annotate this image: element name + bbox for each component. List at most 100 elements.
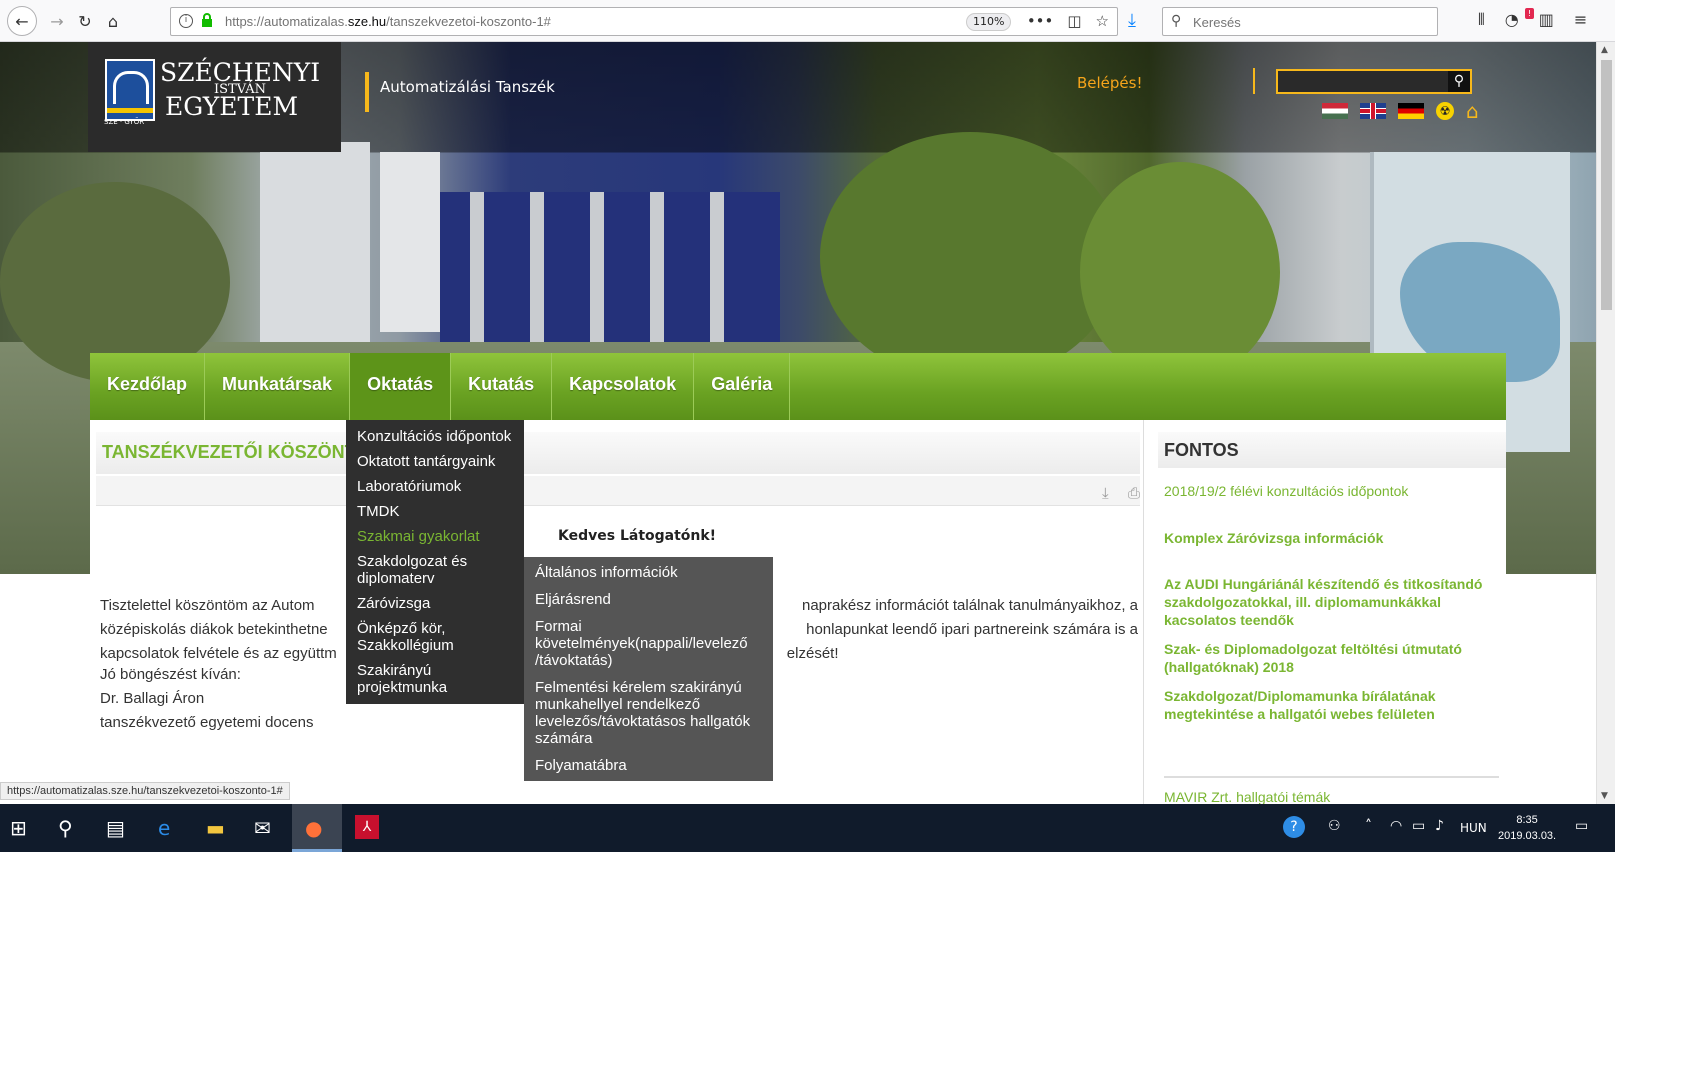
- info-icon[interactable]: i: [179, 14, 193, 28]
- mail-icon[interactable]: ✉: [254, 816, 271, 840]
- windows-start-icon[interactable]: ⊞: [10, 816, 27, 840]
- nav-item-oktatas[interactable]: Oktatás: [350, 353, 452, 420]
- dropdown-item-projektmunka[interactable]: Szakirányú projektmunka: [346, 658, 524, 700]
- clock[interactable]: 8:35 2019.03.03.: [1498, 812, 1556, 844]
- browser-search[interactable]: ⚲: [1162, 7, 1438, 36]
- signature-line1: Jó böngészést kíván:: [100, 666, 241, 683]
- lock-icon: [202, 13, 212, 27]
- volume-icon[interactable]: ♪: [1435, 818, 1444, 834]
- nav-item-kapcsolatok[interactable]: Kapcsolatok: [552, 353, 695, 420]
- notification-badge: !: [1525, 8, 1534, 19]
- people-icon[interactable]: ⚇: [1328, 818, 1341, 834]
- language-flags: ☢ ⌂: [1322, 101, 1479, 121]
- home-icon[interactable]: ⌂: [1466, 101, 1479, 121]
- pdf-icon[interactable]: ⤓: [1102, 484, 1109, 502]
- header-divider: [1253, 68, 1255, 94]
- submenu-item-formai[interactable]: Formai követelmények(nappali/levelező /t…: [524, 613, 773, 674]
- submenu-item-felmentesi[interactable]: Felmentési kérelem szakirányú munkahelly…: [524, 674, 773, 752]
- department-divider: [365, 72, 369, 112]
- sidebar-link-zarovizsga[interactable]: Komplex Záróvizsga információk: [1164, 529, 1499, 547]
- logo-line3: EGYETEM: [165, 92, 299, 121]
- taskbar-search-icon[interactable]: ⚲: [58, 816, 73, 840]
- download-icon[interactable]: ⤓: [1128, 10, 1136, 31]
- site-search[interactable]: ⚲: [1276, 69, 1472, 94]
- site-search-icon[interactable]: ⚲: [1448, 71, 1470, 92]
- more-icon[interactable]: •••: [1027, 12, 1054, 30]
- hungarian-flag-icon[interactable]: [1322, 103, 1348, 119]
- help-icon[interactable]: ?: [1283, 816, 1305, 838]
- battery-icon[interactable]: ▭: [1412, 818, 1425, 834]
- sidebar-link-audi[interactable]: Az AUDI Hungáriánál készítendő és titkos…: [1164, 575, 1499, 629]
- nav-item-kutatas[interactable]: Kutatás: [451, 353, 553, 420]
- nav-item-munkatarsak[interactable]: Munkatársak: [205, 353, 351, 420]
- firefox-icon[interactable]: ●: [305, 816, 322, 840]
- submenu-item-altalanos[interactable]: Általános információk: [524, 559, 773, 586]
- accessibility-icon[interactable]: ☢: [1436, 102, 1454, 120]
- sidebar-link-konzultacio[interactable]: 2018/19/2 félévi konzultációs időpontok: [1164, 482, 1499, 500]
- dropdown-item-konzultacio[interactable]: Konzultációs időpontok: [346, 424, 524, 449]
- submenu-item-folyamatabra[interactable]: Folyamatábra: [524, 752, 773, 779]
- szakmai-gyakorlat-submenu: Általános információk Eljárásrend Formai…: [524, 557, 773, 781]
- sidebar-link-mavir[interactable]: MAVIR Zrt. hallgatói témák: [1164, 788, 1499, 804]
- pocket-icon[interactable]: ◫: [1067, 12, 1081, 30]
- menu-icon[interactable]: ≡: [1574, 10, 1587, 30]
- sidebar-link-feltoltes[interactable]: Szak- és Diplomadolgozat feltöltési útmu…: [1164, 640, 1499, 676]
- scroll-thumb[interactable]: [1601, 60, 1612, 310]
- nav-item-kezdolap[interactable]: Kezdőlap: [90, 353, 206, 420]
- zoom-indicator[interactable]: 110%: [966, 13, 1012, 31]
- network-icon[interactable]: ◠: [1390, 818, 1402, 834]
- link-status-bar: https://automatizalas.sze.hu/tanszekveze…: [0, 782, 290, 800]
- greeting: Kedves Látogatónk!: [558, 528, 717, 544]
- sidebar-title: FONTOS: [1158, 432, 1506, 468]
- back-button[interactable]: ←: [7, 6, 37, 36]
- page-viewport: SZÉCHENYI ISTVÁN EGYETEM SZE · GYŐR Auto…: [0, 42, 1596, 804]
- file-explorer-icon[interactable]: ▬: [206, 816, 225, 840]
- notification-icon[interactable]: ◔: [1505, 10, 1519, 30]
- page-scrollbar[interactable]: ▲ ▼: [1596, 42, 1615, 804]
- german-flag-icon[interactable]: [1398, 103, 1424, 119]
- dropdown-item-onkepzo[interactable]: Önképző kör, Szakkollégium: [346, 616, 524, 658]
- article-header: TANSZÉKVEZETŐI KÖSZÖNTŐ: [96, 432, 1140, 474]
- language-indicator[interactable]: HUN: [1460, 821, 1487, 835]
- login-link[interactable]: Belépés!: [1077, 74, 1143, 92]
- task-view-icon[interactable]: ▤: [106, 816, 125, 840]
- sidebar-important: FONTOS 2018/19/2 félévi konzultációs idő…: [1158, 432, 1506, 804]
- signature-name: Dr. Ballagi Áron: [100, 690, 205, 707]
- sidebar-toggle-icon[interactable]: ▥: [1539, 10, 1554, 30]
- url-bar[interactable]: i https://automatizalas.sze.hu/tanszekve…: [170, 7, 1118, 36]
- edge-icon[interactable]: e: [158, 816, 170, 840]
- dropdown-item-zarovizsga[interactable]: Záróvizsga: [346, 591, 524, 616]
- dropdown-item-szakmai-gyakorlat[interactable]: Szakmai gyakorlat: [346, 524, 524, 549]
- print-icon[interactable]: ⎙: [1128, 484, 1140, 502]
- browser-toolbar: ← → ↻ ⌂ i https://automatizalas.sze.hu/t…: [0, 0, 1615, 42]
- scroll-down-icon[interactable]: ▼: [1601, 791, 1608, 801]
- library-icon[interactable]: ⫴: [1478, 10, 1485, 30]
- dropdown-item-tantargyak[interactable]: Oktatott tantárgyaink: [346, 449, 524, 474]
- department-name[interactable]: Automatizálási Tanszék: [380, 78, 555, 96]
- forward-button[interactable]: →: [44, 8, 70, 34]
- home-button[interactable]: ⌂: [100, 8, 126, 34]
- submenu-item-eljarasrend[interactable]: Eljárásrend: [524, 586, 773, 613]
- scroll-up-icon[interactable]: ▲: [1601, 45, 1608, 55]
- dropdown-item-tmdk[interactable]: TMDK: [346, 499, 524, 524]
- university-logo[interactable]: SZÉCHENYI ISTVÁN EGYETEM SZE · GYŐR: [88, 42, 341, 152]
- nav-item-galeria[interactable]: Galéria: [694, 353, 791, 420]
- acrobat-icon[interactable]: ⅄: [355, 815, 379, 839]
- sidebar-link-biralat[interactable]: Szakdolgozat/Diplomamunka bírálatának me…: [1164, 687, 1499, 723]
- dropdown-item-szakdolgozat[interactable]: Szakdolgozat és diplomaterv: [346, 549, 524, 591]
- url-text[interactable]: https://automatizalas.sze.hu/tanszekveze…: [225, 14, 551, 29]
- bookmark-star-icon[interactable]: ☆: [1096, 12, 1109, 30]
- browser-window: ← → ↻ ⌂ i https://automatizalas.sze.hu/t…: [0, 0, 1615, 852]
- signature-title: tanszékvezető egyetemi docens: [100, 714, 314, 731]
- english-flag-icon[interactable]: [1360, 103, 1386, 119]
- action-center-icon[interactable]: ▭: [1575, 818, 1588, 834]
- dropdown-item-laborok[interactable]: Laboratóriumok: [346, 474, 524, 499]
- reload-button[interactable]: ↻: [72, 8, 98, 34]
- oktatas-dropdown: Konzultációs időpontok Oktatott tantárgy…: [346, 420, 524, 704]
- sidebar-divider: [1164, 776, 1499, 778]
- logo-subtitle: SZE · GYŐR: [104, 118, 145, 126]
- show-hidden-icons[interactable]: ˄: [1365, 818, 1372, 834]
- article-tools: ⤓ ⎙: [96, 476, 1140, 506]
- search-icon: ⚲: [1171, 13, 1182, 29]
- browser-search-input[interactable]: [1193, 12, 1423, 32]
